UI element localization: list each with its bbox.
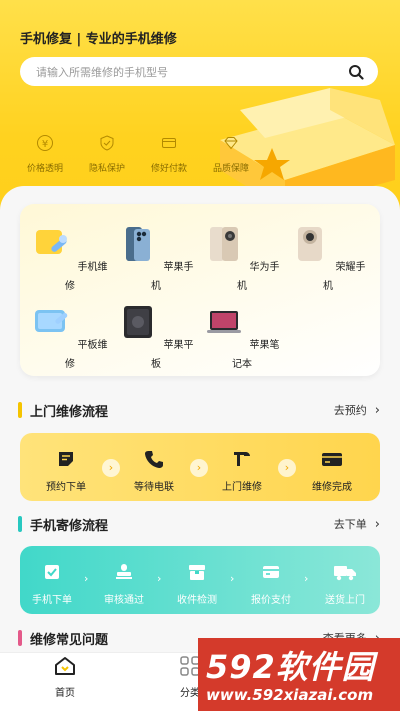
tablet-repair-icon[interactable] [32,302,72,342]
watermark-url: www.592xiazai.com [206,686,374,704]
step-pay: 报价支付 [238,562,304,607]
category-panel: 手机维修 苹果手机 华为手机 荣耀手机 平板维修 苹果平板 苹果笔记本 [20,204,380,376]
huawei-phone-icon[interactable] [204,224,244,264]
mailin-flow: 手机下单 › 审核通过 › 收件检测 › 报价支付 › 送货上门 [20,546,380,614]
chevron-right-icon: › [84,572,89,585]
feature-quality: 品质保障 [200,134,262,175]
tab-label: 分类 [180,688,200,699]
section-accent-bar [18,402,22,418]
wallet-icon [322,453,342,466]
category-label: 平板维修 [65,340,108,370]
category-ipad[interactable]: 苹果平板 [114,302,198,371]
category-label: 荣耀手机 [323,262,366,292]
step-call: 等待电联 [122,449,186,494]
stamp-icon [116,564,132,579]
section-accent-bar [18,516,22,532]
step-deliver: 送货上门 [312,562,378,607]
category-huawei[interactable]: 华为手机 [200,224,284,293]
step-book: 预约下单 [34,449,98,494]
category-tablet-repair[interactable]: 平板维修 [28,302,112,371]
package-icon [189,565,205,580]
feature-label: 修好付款 [150,164,187,174]
home-icon[interactable] [53,655,77,677]
onsite-section-header: 上门维修流程 去预约 › [18,400,380,420]
onsite-flow: 预约下单 › 等待电联 › 上门维修 › 维修完成 [20,433,380,501]
tab-home[interactable]: 首页 [25,655,105,700]
chevron-right-icon[interactable]: › [375,403,380,418]
section-accent-bar [18,630,22,646]
step-label: 收件检测 [177,595,217,606]
watermark-overlay: 592软件园 www.592xiazai.com [198,638,400,711]
diamond-icon [224,137,238,150]
feature-privacy: 隐私保护 [76,134,138,175]
feature-row: ¥ 价格透明 隐私保护 修好付款 品质保障 [14,134,262,175]
step-label: 手机下单 [32,595,72,606]
category-label: 苹果手机 [151,262,194,292]
step-inspect: 收件检测 [165,562,229,607]
card-icon [162,138,176,148]
mailin-section-header: 手机寄修流程 去下单 › [18,514,380,534]
tab-label: 首页 [55,688,75,699]
step-label: 报价支付 [251,595,291,606]
phone-call-icon [145,451,163,468]
step-label: 上门维修 [222,482,262,493]
truck-icon [334,566,356,581]
check-box-icon [45,565,59,579]
category-macbook[interactable]: 苹果笔记本 [200,302,284,371]
chevron-right-icon[interactable]: › [375,517,380,532]
feature-label: 价格透明 [26,164,63,174]
feature-payment: 修好付款 [138,134,200,175]
svg-text:¥: ¥ [42,139,48,150]
search-bar[interactable]: 请输入所需维修的手机型号 [20,57,378,86]
feature-label: 品质保障 [212,164,249,174]
shield-icon [100,135,114,151]
section-title: 手机寄修流程 [30,518,109,534]
category-label: 华为手机 [237,262,280,292]
yen-icon: ¥ [37,135,53,151]
step-review: 审核通过 [92,562,156,607]
macbook-icon[interactable] [204,302,244,342]
category-label: 苹果平板 [151,340,194,370]
step-onsite: 上门维修 [210,449,274,494]
category-honor[interactable]: 荣耀手机 [286,224,370,293]
page-title: 手机修复 | 专业的手机维修 [20,32,177,47]
chevron-right-icon: › [190,459,208,477]
step-label: 维修完成 [312,482,352,493]
category-phone-repair[interactable]: 手机维修 [28,224,112,293]
chevron-right-icon: › [157,572,162,585]
chevron-right-icon: › [102,459,120,477]
phone-repair-icon[interactable] [32,224,72,264]
section-title: 上门维修流程 [30,404,109,420]
step-label: 审核通过 [104,595,144,606]
category-iphone[interactable]: 苹果手机 [114,224,198,293]
step-label: 等待电联 [134,482,174,493]
feature-price: ¥ 价格透明 [14,134,76,175]
hammer-icon [234,452,250,466]
feature-label: 隐私保护 [88,164,125,174]
book-link[interactable]: 去预约 [334,402,367,418]
step-label: 送货上门 [325,595,365,606]
category-label: 苹果笔记本 [232,340,280,370]
iphone-icon[interactable] [118,224,158,264]
step-label: 预约下单 [46,482,86,493]
chevron-right-icon: › [304,572,309,585]
honor-phone-icon[interactable] [290,224,330,264]
category-label: 手机维修 [65,262,108,292]
step-order: 手机下单 [20,562,84,607]
pay-card-icon [263,566,279,578]
ipad-icon[interactable] [118,302,158,342]
watermark-brand: 592软件园 [206,648,375,686]
step-complete: 维修完成 [300,449,364,494]
order-link[interactable]: 去下单 [334,516,367,532]
search-input[interactable]: 请输入所需维修的手机型号 [36,64,348,80]
chevron-right-icon: › [230,572,235,585]
chevron-right-icon: › [278,459,296,477]
search-icon[interactable] [348,64,364,80]
note-icon [59,452,73,466]
